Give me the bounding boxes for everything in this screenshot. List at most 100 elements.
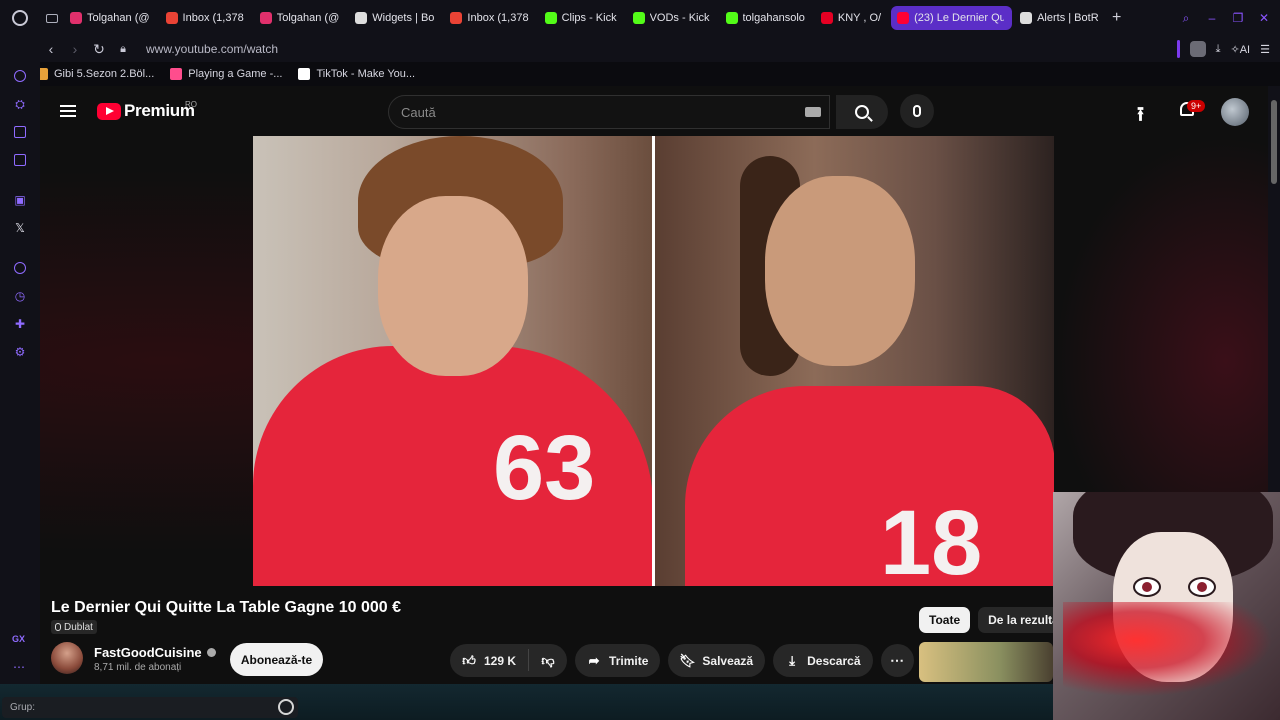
browser-tab[interactable]: Tolgahan (@ xyxy=(254,6,348,30)
overlay-fire xyxy=(1063,602,1273,697)
jersey-number-right: 18 xyxy=(880,492,983,586)
bookmark-favicon-icon xyxy=(298,68,311,80)
dislike-button[interactable]: 👎︎ xyxy=(529,644,567,677)
browser-tab[interactable]: Inbox (1,378 xyxy=(160,6,252,30)
browser-tab[interactable]: Tolgahan (@ xyxy=(64,6,158,30)
download-icon[interactable]: ⤓ xyxy=(1216,43,1221,56)
jersey-number-left: 63 xyxy=(493,417,596,519)
browser-tab[interactable]: VODs - Kick xyxy=(627,6,718,30)
ai-button[interactable]: ✧AI xyxy=(1231,43,1251,56)
minimize-icon[interactable]: – xyxy=(1206,12,1218,24)
aria-icon[interactable] xyxy=(12,68,28,84)
history-icon[interactable]: ◷ xyxy=(12,288,28,304)
tab-title: tolgahansolo xyxy=(742,12,805,24)
keyboard-icon[interactable] xyxy=(805,107,821,117)
extensions-icon[interactable]: ✚ xyxy=(12,316,28,332)
thumbs-down-icon: 👎︎ xyxy=(541,652,555,668)
browser-tab[interactable]: (23) Le Dernier Qu xyxy=(891,6,1013,30)
ai-label: AI xyxy=(1239,43,1251,56)
bookmark-label: Playing a Game -... xyxy=(188,68,283,80)
tab-list: Tolgahan (@ Inbox (1,378 Tolgahan (@ Widget… xyxy=(64,6,1107,30)
messenger-icon[interactable] xyxy=(12,152,28,168)
kick-icon xyxy=(632,12,645,24)
profile-avatar[interactable] xyxy=(1189,41,1206,57)
browser-tab[interactable]: tolgahansolo xyxy=(720,6,813,30)
browser-tab[interactable]: KNY , O/ xyxy=(815,6,889,30)
gmail-icon xyxy=(165,12,178,24)
microphone-icon xyxy=(913,105,921,117)
filter-chip[interactable]: Toate xyxy=(919,607,971,633)
channel-name[interactable]: FastGoodCuisine xyxy=(94,645,202,660)
voice-search-button[interactable] xyxy=(900,94,934,128)
reload-icon[interactable]: ↻ xyxy=(88,38,110,60)
forward-icon[interactable]: › xyxy=(64,38,86,60)
youtube-logo-icon[interactable] xyxy=(97,103,121,120)
tab-title: Alerts | BotR xyxy=(1037,12,1099,24)
tab-title: (23) Le Dernier Qu xyxy=(914,12,1005,24)
channel-name-row[interactable]: FastGoodCuisine xyxy=(94,645,216,660)
face xyxy=(765,176,915,366)
gx-corner-icon[interactable]: ⛭ xyxy=(12,96,28,112)
search-button[interactable] xyxy=(836,95,888,129)
group-field[interactable]: Grup: xyxy=(2,697,298,718)
upload-icon[interactable]: ⭱ xyxy=(1137,100,1144,134)
x-icon[interactable]: 𝕏 xyxy=(12,220,28,236)
gx-label[interactable]: GX xyxy=(12,634,25,644)
like-button[interactable]: 👍︎ 129 K xyxy=(450,644,528,677)
bookmark-item[interactable]: Playing a Game -... xyxy=(170,68,282,80)
verified-icon xyxy=(206,648,216,657)
tab-search-icon[interactable]: ⌕ xyxy=(1180,12,1192,24)
download-icon: ⤓ xyxy=(789,652,795,668)
browser-tab[interactable]: Alerts | BotR xyxy=(1014,6,1107,30)
search-input[interactable] xyxy=(401,104,781,120)
url-field[interactable]: www.youtube.com/watch xyxy=(146,42,278,56)
subscribe-button[interactable]: Abonează-te xyxy=(230,643,323,676)
tab-title: Widgets | Bo xyxy=(372,12,435,24)
bookmark-item[interactable]: TikTok - Make You... xyxy=(298,68,415,80)
close-icon[interactable]: ✕ xyxy=(1258,12,1270,24)
wallpaper-icon[interactable] xyxy=(12,124,28,140)
more-actions-icon[interactable]: ⋯ xyxy=(880,644,914,677)
tab-title: Tolgahan (@ xyxy=(276,12,340,24)
video-left-panel: 63 xyxy=(253,136,652,586)
channel-avatar[interactable] xyxy=(51,642,83,674)
more-icon[interactable]: ⋯ xyxy=(13,660,25,674)
webcam-overlay xyxy=(1053,492,1280,720)
dubbed-badge: Dublat xyxy=(51,620,97,634)
overlay-eye xyxy=(1188,577,1216,597)
download-button[interactable]: ⤓ Descarcă xyxy=(773,644,873,677)
hamburger-menu-icon[interactable] xyxy=(60,105,76,117)
account-avatar[interactable] xyxy=(1221,98,1249,126)
bookmark-item[interactable]: Gibi 5.Sezon 2.Böl... xyxy=(36,68,154,80)
gmail-icon xyxy=(450,12,463,24)
diamond-icon xyxy=(355,12,368,24)
subscriber-count: 8,71 mil. de abonați xyxy=(94,662,182,673)
spinner-icon xyxy=(278,699,294,715)
group-label: Grup: xyxy=(10,702,36,713)
kick-icon xyxy=(725,12,738,24)
player-icon[interactable] xyxy=(12,260,28,276)
tab-islands-icon[interactable] xyxy=(40,0,64,36)
browser-tab[interactable]: Widgets | Bo xyxy=(349,6,442,30)
youtube-header: Premium RO ⭱ 9+ xyxy=(40,86,1268,136)
share-button[interactable]: ➦ Trimite xyxy=(575,644,661,677)
settings-icon[interactable]: ⚙ xyxy=(12,344,28,360)
browser-tab[interactable]: Clips - Kick xyxy=(539,6,625,30)
maximize-icon[interactable]: ❐ xyxy=(1232,12,1244,24)
save-button[interactable]: 🔖︎ Salvează xyxy=(668,644,766,677)
browser-tab-strip: Tolgahan (@ Inbox (1,378 Tolgahan (@ Widget… xyxy=(0,0,1280,36)
scrollbar-thumb[interactable] xyxy=(1271,100,1277,184)
download-label: Descarcă xyxy=(807,653,861,668)
menu-icon[interactable]: ☰ xyxy=(1260,43,1270,56)
share-label: Trimite xyxy=(609,653,649,668)
opera-logo-icon[interactable] xyxy=(0,0,40,36)
recommended-video-thumbnail[interactable] xyxy=(919,642,1053,682)
bookmark-label: TikTok - Make You... xyxy=(316,68,416,80)
toolbar-right: ⤓ ✧AI ☰ xyxy=(1176,36,1270,62)
bookmark-favicon-icon xyxy=(170,68,183,80)
video-title: Le Dernier Qui Quitte La Table Gagne 10 … xyxy=(51,599,402,616)
back-icon[interactable]: ‹ xyxy=(40,38,62,60)
twitch-icon[interactable]: ▣ xyxy=(12,192,28,208)
browser-tab[interactable]: Inbox (1,378 xyxy=(444,6,536,30)
new-tab-button[interactable]: + xyxy=(1107,9,1127,27)
